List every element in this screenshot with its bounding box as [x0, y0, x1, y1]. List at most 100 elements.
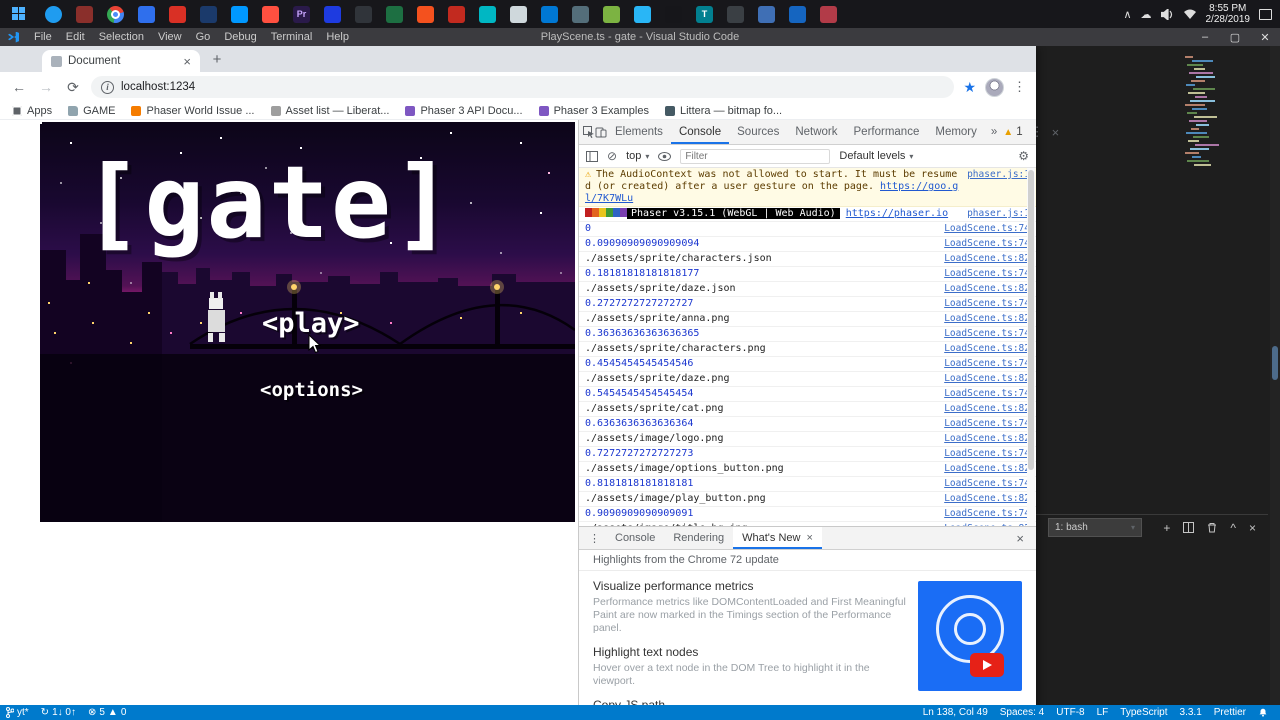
app-9-icon[interactable] [441, 0, 472, 28]
status-3[interactable]: 3.3.1 [1174, 707, 1208, 718]
split-terminal-icon[interactable] [1183, 522, 1195, 533]
app-14-icon[interactable] [596, 0, 627, 28]
start-button[interactable] [0, 0, 38, 28]
app-premiere-icon[interactable]: Pr [286, 0, 317, 28]
bookmark-item[interactable]: Littera — bitmap fo... [664, 105, 782, 117]
minimap[interactable] [1185, 54, 1219, 224]
drawer-tab-whats-new[interactable]: What's New × [733, 527, 822, 549]
status-utf-8[interactable]: UTF-8 [1050, 707, 1090, 718]
inspect-element-icon[interactable] [583, 126, 595, 138]
problems-indicator[interactable]: ⊗ 5 ▲ 0 [82, 707, 132, 718]
app-2-icon[interactable] [131, 0, 162, 28]
device-toolbar-icon[interactable] [595, 126, 607, 138]
app-6-icon[interactable] [317, 0, 348, 28]
menu-selection[interactable]: Selection [92, 31, 151, 43]
menu-terminal[interactable]: Terminal [264, 31, 320, 43]
reload-icon[interactable]: ⟳ [64, 79, 82, 96]
speaker-icon[interactable] [1160, 8, 1174, 20]
profile-avatar[interactable] [985, 77, 1004, 97]
game-canvas[interactable]: [gate] <play> <options> [40, 122, 575, 522]
source-link[interactable]: LoadScene.ts:82 [944, 463, 1030, 475]
app-11-icon[interactable] [503, 0, 534, 28]
terminal-select[interactable]: 1: bash ▾ [1048, 518, 1142, 537]
source-link[interactable]: LoadScene.ts:82 [944, 343, 1030, 355]
close-panel-icon[interactable]: × [1249, 521, 1256, 535]
bookmark-item[interactable]: Phaser 3 Examples [538, 105, 649, 117]
source-link[interactable]: LoadScene.ts:74 [944, 478, 1030, 490]
source-link[interactable]: LoadScene.ts:74 [944, 358, 1030, 370]
bookmark-item[interactable]: Asset list — Liberat... [270, 105, 389, 117]
devtools-close-icon[interactable]: × [1052, 125, 1060, 140]
source-link[interactable]: LoadScene.ts:74 [944, 298, 1030, 310]
drawer-tab-console[interactable]: Console [606, 527, 664, 549]
status-ln[interactable]: Ln 138, Col 49 [917, 707, 994, 718]
menu-debug[interactable]: Debug [217, 31, 263, 43]
source-link[interactable]: LoadScene.ts:74 [944, 418, 1030, 430]
minimize-button[interactable]: – [1190, 28, 1220, 46]
address-bar[interactable]: i localhost:1234 [91, 76, 955, 98]
app-3-icon[interactable] [162, 0, 193, 28]
tray-chevron-up-icon[interactable]: ∧ [1123, 8, 1131, 21]
source-link[interactable]: LoadScene.ts:82 [944, 253, 1030, 265]
new-tab-button[interactable]: + [208, 51, 226, 69]
drawer-tab-rendering[interactable]: Rendering [664, 527, 733, 549]
menu-file[interactable]: File [27, 31, 59, 43]
source-link[interactable]: LoadScene.ts:82 [944, 493, 1030, 505]
status-spaces[interactable]: Spaces: 4 [994, 707, 1050, 718]
clear-console-icon[interactable]: ⊘ [607, 149, 617, 163]
close-icon[interactable]: × [806, 532, 812, 544]
git-sync[interactable]: ↻ 1↓ 0↑ [35, 707, 82, 718]
app-20-icon[interactable] [813, 0, 844, 28]
options-button[interactable]: <options> [260, 379, 363, 401]
tab-close-icon[interactable]: × [183, 55, 191, 68]
app-1-icon[interactable] [69, 0, 100, 28]
source-link[interactable]: LoadScene.ts:82 [944, 433, 1030, 445]
devtools-tab-sources[interactable]: Sources [729, 120, 787, 144]
maximize-panel-icon[interactable]: ^ [1230, 521, 1236, 535]
source-link[interactable]: phaser.js:1 [967, 169, 1030, 205]
app-19-icon[interactable] [782, 0, 813, 28]
onedrive-cloud-icon[interactable]: ☁ [1141, 8, 1152, 21]
menu-go[interactable]: Go [189, 31, 218, 43]
app-12-icon[interactable] [534, 0, 565, 28]
log-levels-select[interactable]: Default levels ▾ [839, 150, 913, 162]
notification-center-icon[interactable] [1259, 8, 1272, 20]
app-github-icon[interactable] [658, 0, 689, 28]
source-link[interactable]: LoadScene.ts:82 [944, 283, 1030, 295]
devtools-tab-memory[interactable]: Memory [927, 120, 985, 144]
notifications-bell[interactable] [1252, 707, 1274, 718]
app-8-icon[interactable] [410, 0, 441, 28]
menu-edit[interactable]: Edit [59, 31, 92, 43]
status-lf[interactable]: LF [1091, 707, 1115, 718]
scrollbar-thumb[interactable] [1272, 346, 1278, 380]
chrome-update-video-thumbnail[interactable] [918, 581, 1022, 691]
app-18-icon[interactable] [751, 0, 782, 28]
devtools-tab-elements[interactable]: Elements [607, 120, 671, 144]
clock[interactable]: 8:55 PM 2/28/2019 [1206, 3, 1251, 25]
back-icon[interactable]: ← [10, 79, 28, 95]
app-15-icon[interactable] [627, 0, 658, 28]
source-link[interactable]: LoadScene.ts:74 [944, 268, 1030, 280]
context-select[interactable]: top ▾ [626, 150, 649, 162]
app-16-icon[interactable]: T [689, 0, 720, 28]
app-excel-icon[interactable] [379, 0, 410, 28]
source-link[interactable]: LoadScene.ts:74 [944, 328, 1030, 340]
app-10-icon[interactable] [472, 0, 503, 28]
source-link[interactable]: LoadScene.ts:74 [944, 238, 1030, 250]
app-vscode-icon[interactable] [224, 0, 255, 28]
source-link[interactable]: LoadScene.ts:82 [944, 403, 1030, 415]
kill-terminal-trash-icon[interactable] [1207, 522, 1217, 533]
status-typescript[interactable]: TypeScript [1114, 707, 1173, 718]
source-link[interactable]: LoadScene.ts:74 [944, 448, 1030, 460]
bookmark-star-icon[interactable]: ★ [963, 79, 976, 96]
drawer-close-icon[interactable]: × [1008, 531, 1032, 546]
console-settings-gear-icon[interactable]: ⚙ [1018, 149, 1029, 163]
wifi-icon[interactable] [1183, 9, 1197, 20]
browser-menu-icon[interactable]: ⋮ [1013, 79, 1026, 95]
filter-input[interactable] [680, 148, 831, 164]
devtools-menu-icon[interactable]: ⋮ [1031, 124, 1044, 140]
browser-tab[interactable]: Document × [42, 50, 200, 72]
source-link[interactable]: LoadScene.ts:74 [944, 223, 1030, 235]
bookmark-item[interactable]: Apps [12, 105, 52, 117]
app-4-icon[interactable] [193, 0, 224, 28]
